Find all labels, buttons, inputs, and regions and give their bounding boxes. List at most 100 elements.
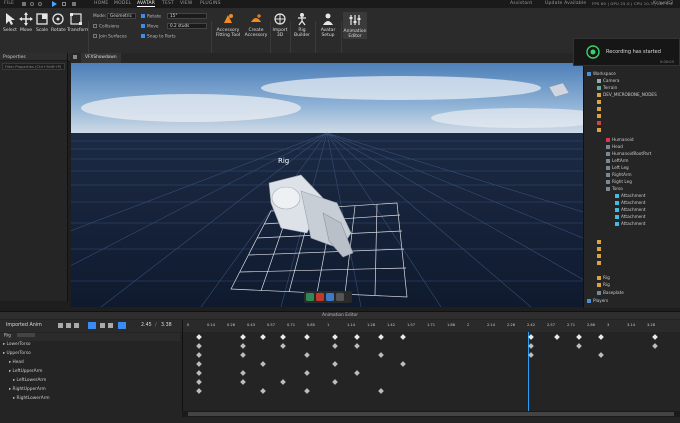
loop-icon[interactable] <box>118 322 126 329</box>
checkbox[interactable] <box>93 34 97 38</box>
timeline-ruler[interactable]: 0 0.14 0.28 0.43 0.57 0.71 0.85 1 1.14 1… <box>182 320 680 332</box>
track-root-field[interactable] <box>16 333 35 337</box>
keyframe[interactable] <box>400 361 406 367</box>
skip-start-icon[interactable] <box>58 323 63 328</box>
keyframe[interactable] <box>196 388 202 394</box>
keyframe[interactable] <box>528 343 534 349</box>
keyframe[interactable] <box>280 334 286 340</box>
keyframe[interactable] <box>576 334 582 340</box>
import-3d-button[interactable]: Import 3D <box>272 12 288 38</box>
keyframe[interactable] <box>400 334 406 340</box>
avatar-setup-button[interactable]: Avatar Setup <box>318 12 338 38</box>
snap-parts-toggle[interactable]: Snap to Parts <box>141 34 176 40</box>
skip-end-icon[interactable] <box>108 323 113 328</box>
stop-icon[interactable] <box>62 2 66 6</box>
keyframe[interactable] <box>378 388 384 394</box>
keyframe[interactable] <box>598 352 604 358</box>
explorer-item-camera[interactable]: Camera <box>597 78 619 83</box>
explorer-item[interactable] <box>597 120 603 125</box>
rig-builder-button[interactable]: Rig Builder <box>292 12 312 38</box>
play-reverse-icon[interactable] <box>74 323 79 328</box>
explorer-item[interactable] <box>597 106 603 111</box>
explorer-item-rig[interactable]: Rig <box>597 275 610 280</box>
explorer-item[interactable] <box>597 113 603 118</box>
keyframe[interactable] <box>332 334 338 340</box>
keyframe[interactable] <box>576 343 582 349</box>
keyframe[interactable] <box>196 334 202 340</box>
assistant-button[interactable]: Assistant <box>510 1 532 6</box>
keyframe[interactable] <box>332 343 338 349</box>
keyframe[interactable] <box>304 388 310 394</box>
keyframe[interactable] <box>652 343 658 349</box>
scale-tool[interactable]: Scale <box>35 12 49 33</box>
explorer-item-attachment[interactable]: Attachment <box>615 200 646 205</box>
explorer-item-head[interactable]: Head <box>606 144 623 149</box>
keyframe[interactable] <box>304 370 310 376</box>
keyframe[interactable] <box>240 352 246 358</box>
explorer-item[interactable] <box>597 246 603 251</box>
explorer-item-rightleg[interactable]: Right Leg <box>606 179 632 184</box>
track-uppertorso[interactable]: ▸ UpperTorso <box>0 351 180 356</box>
user-name[interactable]: Kravolt2 <box>653 1 673 6</box>
keyframe[interactable] <box>196 361 202 367</box>
checkbox[interactable] <box>93 24 97 28</box>
update-available[interactable]: Update Available <box>545 1 586 6</box>
keyframe[interactable] <box>196 370 202 376</box>
explorer-item-attachment[interactable]: Attachment <box>615 214 646 219</box>
keyframe[interactable] <box>280 343 286 349</box>
home-icon[interactable] <box>73 55 77 59</box>
keyframe[interactable] <box>196 379 202 385</box>
rotate-snap-toggle[interactable]: Rotate <box>141 14 161 20</box>
keyframe[interactable] <box>196 343 202 349</box>
select-tool[interactable]: Select <box>3 12 17 33</box>
explorer-item-attachment[interactable]: Attachment <box>615 207 646 212</box>
explorer-item[interactable] <box>597 253 603 258</box>
3d-viewport[interactable]: Rig <box>71 63 583 307</box>
track-head[interactable]: ▸ Head <box>0 360 180 365</box>
step-back-icon[interactable] <box>66 323 71 328</box>
keyframe[interactable] <box>332 361 338 367</box>
keyframe[interactable] <box>196 352 202 358</box>
keyframe[interactable] <box>528 352 534 358</box>
keyframe[interactable] <box>304 334 310 340</box>
explorer-item-attachment[interactable]: Attachment <box>615 193 646 198</box>
keyframe[interactable] <box>304 352 310 358</box>
tab-home[interactable]: HOME <box>94 1 108 6</box>
play-icon[interactable] <box>52 1 57 7</box>
explorer-item-humanoid[interactable]: Humanoid <box>606 137 634 142</box>
timeline-scrollbar[interactable] <box>182 411 680 417</box>
end-time[interactable]: 3.38 <box>161 323 172 328</box>
tab-model[interactable]: MODEL <box>114 1 131 6</box>
rotate-tool[interactable]: Rotate <box>51 12 66 33</box>
keyframe[interactable] <box>554 334 560 340</box>
explorer-item-rig[interactable]: Rig <box>597 282 610 287</box>
explorer-item-leftarm[interactable]: LeftArm <box>606 158 628 163</box>
explorer-item-workspace[interactable]: Workspace <box>587 71 616 76</box>
file-menu[interactable]: FILE <box>4 1 14 6</box>
keyframe[interactable] <box>280 379 286 385</box>
explorer-item-rightarm[interactable]: RightArm <box>606 172 632 177</box>
tab-vfxshowdown[interactable]: VFXShowdown <box>81 53 121 63</box>
filter-properties-input[interactable]: Filter Properties (Ctrl+Shift+P) <box>2 63 65 70</box>
mode-select[interactable]: Geometric <box>107 13 136 19</box>
keyframe[interactable] <box>260 388 266 394</box>
track-root-rig[interactable]: Rig <box>0 333 180 341</box>
explorer-item-terrain[interactable]: Terrain <box>597 85 617 90</box>
checkbox[interactable] <box>141 14 145 18</box>
play-icon[interactable] <box>88 322 96 329</box>
keyframe[interactable] <box>260 361 266 367</box>
undo-icon[interactable] <box>30 2 34 6</box>
tab-view[interactable]: VIEW <box>180 1 193 6</box>
transform-tool[interactable]: Transform <box>67 12 89 33</box>
explorer-item-baseplate[interactable]: Baseplate <box>597 290 624 295</box>
explorer-item-attachment[interactable]: Attachment <box>615 221 646 226</box>
current-time[interactable]: 2.45 <box>141 323 152 328</box>
tab-avatar[interactable]: AVATAR <box>137 1 156 7</box>
track-leftlowerarm[interactable]: ▸ LeftLowerArm <box>0 378 180 383</box>
redo-icon[interactable] <box>38 2 42 6</box>
keyframe[interactable] <box>332 379 338 385</box>
track-leftupperarm[interactable]: ▸ LeftUpperArm <box>0 369 180 374</box>
keyframe[interactable] <box>240 370 246 376</box>
explorer-item-humanoidrootpart[interactable]: HumanoidRootPart <box>606 151 651 156</box>
keyframe-area[interactable] <box>182 332 680 412</box>
